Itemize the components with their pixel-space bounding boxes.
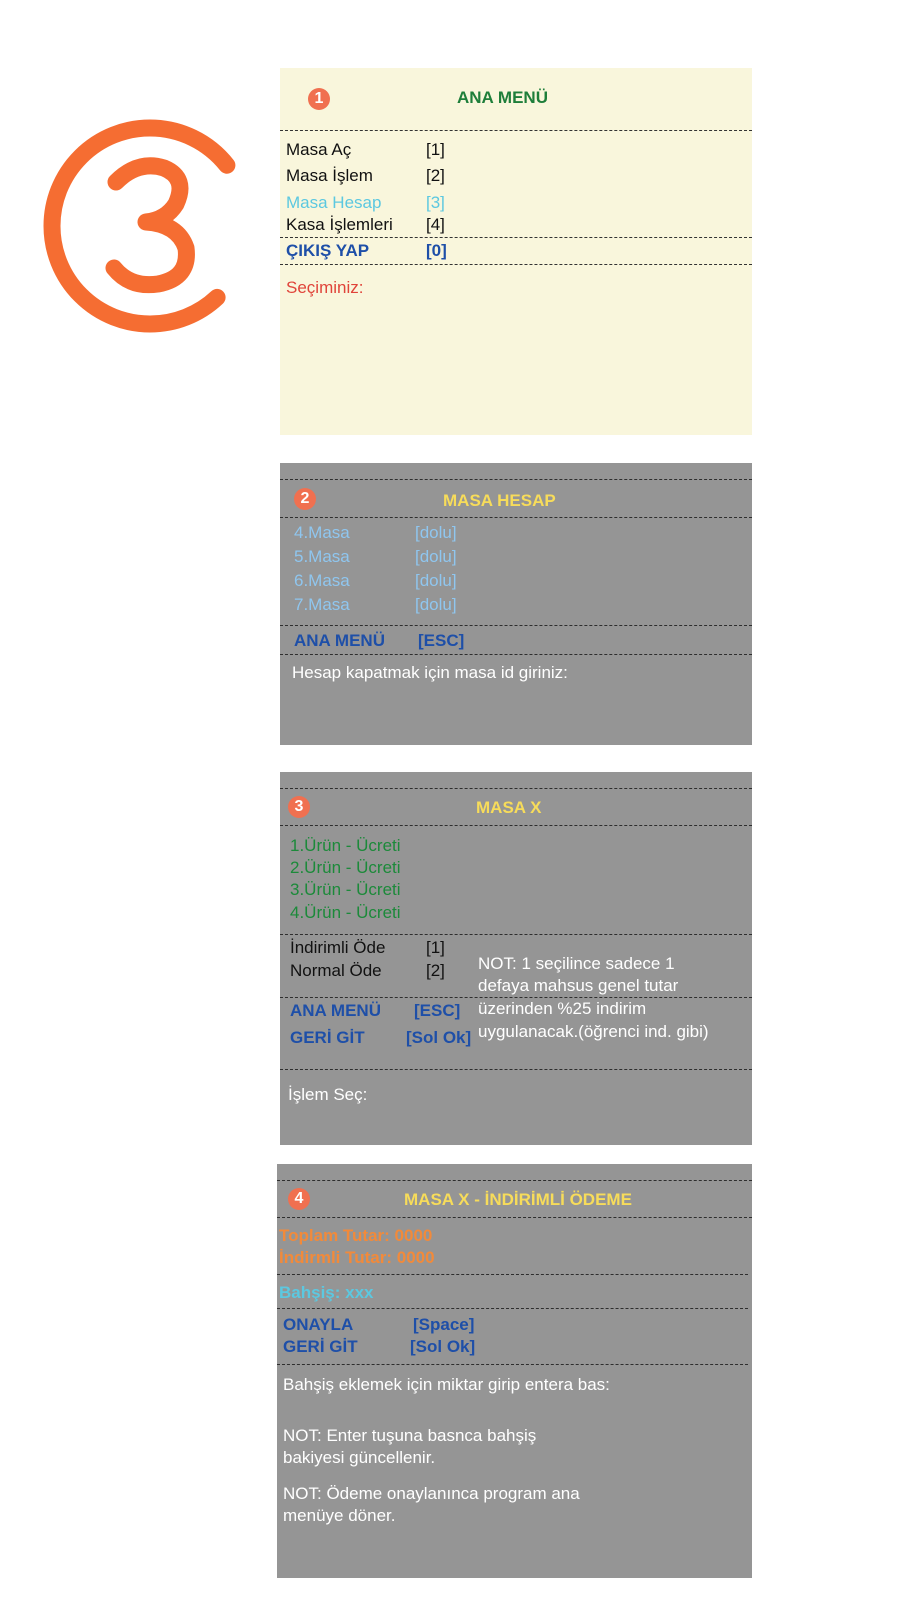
action-prompt[interactable]: İşlem Seç: [288, 1085, 367, 1105]
product-item-1: 1.Ürün - Ücreti [290, 836, 401, 855]
divider [280, 825, 752, 826]
step-badge-2: 2 [294, 488, 316, 510]
discounted-pay-option[interactable]: İndirimli Öde [290, 938, 385, 958]
panel-title: MASA HESAP [443, 491, 556, 510]
menu-item-masa-ac[interactable]: Masa Aç [286, 140, 351, 160]
masa-x-panel: 3 MASA X 1.Ürün - Ücreti 2.Ürün - Ücreti… [280, 772, 752, 1145]
discount-note-line: üzerinden %25 indirim [478, 999, 647, 1018]
main-menu-panel: 1 ANA MENÜ Masa Aç [1] Masa İşlem [2] Ma… [280, 68, 752, 435]
main-menu-button[interactable]: ANA MENÜ [294, 631, 385, 651]
menu-key-1: [1] [426, 140, 445, 159]
product-item-2: 2.Ürün - Ücreti [290, 858, 401, 877]
panel-title: MASA X [476, 798, 542, 817]
menu-key-3: [3] [426, 193, 445, 212]
enter-note-line: NOT: Enter tuşuna basnca bahşiş [283, 1426, 537, 1445]
menu-item-masa-islem[interactable]: Masa İşlem [286, 166, 373, 186]
table-item-7[interactable]: 7.Masa [294, 595, 350, 615]
menu-item-masa-hesap[interactable]: Masa Hesap [286, 193, 381, 213]
back-button[interactable]: GERİ GİT [283, 1337, 358, 1357]
divider [280, 237, 752, 238]
table-item-5[interactable]: 5.Masa [294, 547, 350, 567]
divider [280, 625, 752, 626]
step-badge-4: 4 [288, 1188, 310, 1210]
divider [277, 1364, 748, 1365]
divider [277, 1180, 752, 1181]
exit-key: [0] [426, 241, 447, 260]
discounted-payment-panel: 4 MASA X - İNDİRİMLİ ÖDEME Toplam Tutar:… [277, 1164, 752, 1578]
divider [280, 1069, 752, 1070]
left-arrow-key: [Sol Ok] [406, 1028, 472, 1047]
panel-title: MASA X - İNDİRİMLİ ÖDEME [404, 1190, 632, 1209]
table-item-6[interactable]: 6.Masa [294, 571, 350, 591]
esc-key: [ESC] [418, 631, 465, 650]
esc-key: [ESC] [414, 1001, 461, 1020]
masa-hesap-panel: 2 MASA HESAP 4.Masa [dolu] 5.Masa [dolu]… [280, 463, 752, 745]
confirm-note-line: NOT: Ödeme onaylanınca program ana [283, 1484, 580, 1503]
option-key-1: [1] [426, 938, 445, 957]
tip-amount: Bahşiş: xxx [279, 1283, 374, 1302]
enter-note-line: bakiyesi güncellenir. [283, 1448, 436, 1467]
confirm-button[interactable]: ONAYLA [283, 1315, 353, 1335]
step-badge-3: 3 [288, 796, 310, 818]
discounted-amount: İndirmli Tutar: 0000 [279, 1248, 435, 1267]
product-item-4: 4.Ürün - Ücreti [290, 903, 401, 922]
table-status: [dolu] [415, 595, 457, 614]
divider [280, 130, 752, 131]
selection-prompt[interactable]: Seçiminiz: [286, 278, 363, 298]
divider [280, 264, 752, 265]
divider [277, 1308, 748, 1309]
tip-input-prompt[interactable]: Bahşiş eklemek için miktar girip entera … [283, 1375, 610, 1395]
table-status: [dolu] [415, 523, 457, 542]
divider [277, 1274, 748, 1275]
divider [280, 479, 752, 480]
divider [280, 654, 752, 655]
confirm-note-line: menüye döner. [283, 1506, 396, 1525]
divider [280, 788, 752, 789]
divider [280, 934, 752, 935]
step-three-icon [43, 119, 257, 333]
panel-title: ANA MENÜ [457, 88, 548, 107]
divider [280, 517, 752, 518]
exit-button[interactable]: ÇIKIŞ YAP [286, 241, 369, 261]
total-amount: Toplam Tutar: 0000 [279, 1226, 433, 1245]
table-status: [dolu] [415, 547, 457, 566]
normal-pay-option[interactable]: Normal Öde [290, 961, 382, 981]
discount-note-line: NOT: 1 seçilince sadece 1 [478, 954, 675, 973]
menu-key-2: [2] [426, 166, 445, 185]
product-item-3: 3.Ürün - Ücreti [290, 880, 401, 899]
divider [277, 1217, 752, 1218]
menu-key-4: [4] [426, 215, 445, 234]
left-arrow-key: [Sol Ok] [410, 1337, 476, 1356]
menu-item-kasa-islemleri[interactable]: Kasa İşlemleri [286, 215, 393, 235]
space-key: [Space] [413, 1315, 475, 1334]
step-badge-1: 1 [308, 88, 330, 110]
back-button[interactable]: GERİ GİT [290, 1028, 365, 1048]
table-status: [dolu] [415, 571, 457, 590]
main-menu-button[interactable]: ANA MENÜ [290, 1001, 381, 1021]
option-key-2: [2] [426, 961, 445, 980]
discount-note-line: uygulanacak.(öğrenci ind. gibi) [478, 1022, 709, 1041]
divider [280, 997, 752, 998]
table-item-4[interactable]: 4.Masa [294, 523, 350, 543]
table-id-prompt[interactable]: Hesap kapatmak için masa id giriniz: [292, 663, 568, 683]
discount-note-line: defaya mahsus genel tutar [478, 976, 679, 995]
